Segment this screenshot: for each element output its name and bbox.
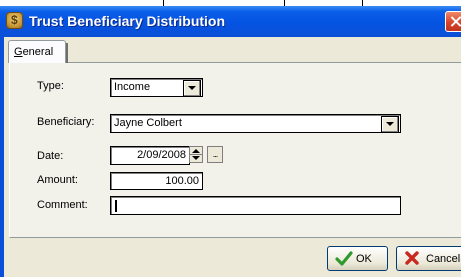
cancel-button[interactable]: Cancel bbox=[396, 246, 461, 271]
date-label: Date: bbox=[37, 150, 64, 162]
date-picker-button[interactable]: ... bbox=[207, 146, 223, 163]
beneficiary-select-value: Jayne Colbert bbox=[114, 117, 182, 129]
button-bar bbox=[4, 238, 461, 277]
beneficiary-select[interactable]: Jayne Colbert bbox=[110, 114, 401, 133]
tab-general-label: General bbox=[14, 46, 54, 58]
date-input-value: 2/09/2008 bbox=[137, 149, 186, 161]
text-caret bbox=[115, 200, 117, 212]
tab-general[interactable]: General bbox=[8, 40, 68, 63]
ok-button-label: OK bbox=[356, 253, 372, 265]
type-label: Type: bbox=[37, 80, 64, 92]
amount-label: Amount: bbox=[37, 174, 78, 186]
date-input[interactable]: 2/09/2008 bbox=[110, 146, 190, 165]
checkmark-icon bbox=[335, 251, 353, 266]
spin-down-icon[interactable] bbox=[192, 156, 200, 160]
beneficiary-label: Beneficiary: bbox=[37, 116, 95, 128]
window-title: Trust Beneficiary Distribution bbox=[29, 13, 226, 29]
money-bag-icon bbox=[6, 12, 23, 29]
cancel-x-icon bbox=[405, 251, 419, 265]
spin-up-icon[interactable] bbox=[192, 149, 200, 153]
comment-input[interactable] bbox=[110, 196, 401, 215]
amount-input[interactable]: 100.00 bbox=[110, 172, 203, 190]
close-button[interactable] bbox=[445, 11, 461, 32]
spinner-divider bbox=[190, 154, 202, 155]
chevron-down-icon[interactable] bbox=[183, 80, 201, 96]
type-select[interactable]: Income bbox=[110, 78, 203, 97]
amount-input-value: 100.00 bbox=[165, 175, 199, 187]
date-spinner[interactable] bbox=[189, 146, 203, 163]
comment-label: Comment: bbox=[37, 199, 88, 211]
ok-button[interactable]: OK bbox=[327, 246, 388, 271]
type-select-value: Income bbox=[114, 81, 151, 93]
chevron-down-icon[interactable] bbox=[381, 116, 399, 132]
cancel-button-label: Cancel bbox=[426, 253, 461, 265]
